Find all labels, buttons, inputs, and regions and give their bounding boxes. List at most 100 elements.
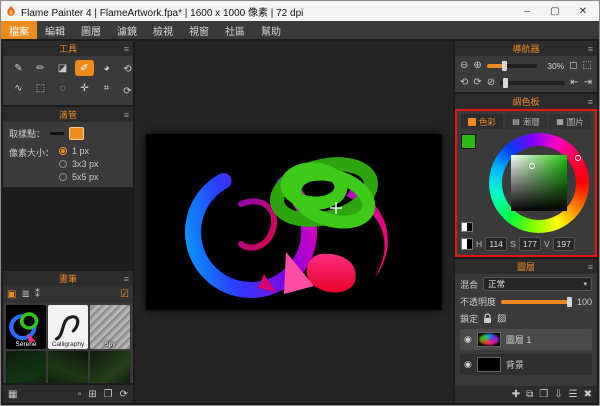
pixel-size-option-1[interactable]: 1 px [59,146,99,156]
layer-row-background[interactable]: ◉ 背景 [460,354,592,375]
fill-tool-icon[interactable]: ◕ [97,60,116,76]
tab-color[interactable]: 色彩 [461,114,503,129]
zoom-out-icon[interactable]: ⊖ [460,60,468,71]
duplicate-layer-icon[interactable]: ⧉ [526,389,533,400]
left-bottom-toolbar: ▦ ▫ ⊞ ❐ ⟳ [3,385,133,403]
brush-thumb[interactable] [48,351,88,383]
tools-menu-icon[interactable]: ≡ [124,44,129,54]
tab-gradient[interactable]: ▤ 漸層 [505,114,547,129]
new-brush-icon[interactable]: ▫ [78,389,82,400]
zoom-actual-icon[interactable]: ◻ [569,60,577,71]
close-button[interactable]: ✕ [571,2,595,20]
group-layer-icon[interactable]: ❐ [539,389,548,400]
marquee-select-icon[interactable]: ⬚ [31,80,50,96]
crop-tool-icon[interactable]: ⌗ [97,80,116,96]
lasso-select-icon[interactable]: ◌ [53,80,72,96]
zoom-slider[interactable] [487,64,537,68]
brush-thumb[interactable] [90,351,130,383]
color-wheel[interactable] [489,133,589,233]
brush-favorite-icon[interactable]: ☑ [120,289,129,300]
refresh-icon[interactable]: ⟳ [120,389,128,400]
menu-edit[interactable]: 編輯 [37,21,73,39]
rotate-right-icon[interactable]: ⟳ [473,77,481,88]
pixel-size-option-5x5[interactable]: 5x5 px [59,172,99,182]
brush-list-view-icon[interactable]: ≣ [21,289,29,300]
bw-default-swatch[interactable] [461,222,473,232]
opacity-slider[interactable] [501,300,572,304]
hue-selector-dot[interactable] [575,155,581,161]
brush-check-icon[interactable]: ▣ [7,289,16,300]
menu-window[interactable]: 視窗 [181,21,217,39]
minimize-button[interactable]: – [515,2,539,20]
delete-layer-icon[interactable]: ✖ [584,389,592,400]
palette-menu-icon[interactable]: ≡ [588,97,593,107]
zoom-in-icon[interactable]: ⊕ [473,60,481,71]
grid-view-icon[interactable]: ▦ [8,389,17,400]
layers-spacer [460,379,592,383]
menu-filter[interactable]: 濾鏡 [109,21,145,39]
pixel-size-option-label: 1 px [72,146,89,156]
menu-view[interactable]: 檢視 [145,21,181,39]
layers-menu-icon[interactable]: ≡ [588,262,593,272]
flip-horizontal-icon[interactable]: ⇤ [570,77,578,88]
sv-selector-dot[interactable] [529,163,535,169]
menu-layer[interactable]: 圖層 [73,21,109,39]
brushes-panel: 畫筆 ≡ ▣ ≣ ⁑ ☑ [3,271,133,383]
saturation-value-box[interactable] [511,155,567,211]
tools-panel: 工具 ≡ ✎ ✏ ◪ ✐ ◕ ∿ ⬚ [3,41,133,105]
brushes-toolbar: ▣ ≣ ⁑ ☑ [3,286,133,303]
marker-tool-icon[interactable]: ✐ [75,60,94,76]
current-color-swatch[interactable] [461,134,476,149]
merge-down-icon[interactable]: ⇩ [554,389,562,400]
artwork-canvas[interactable] [146,134,442,310]
lock-transparency-icon[interactable]: ▨ [497,313,506,324]
dropper-menu-icon[interactable]: ≡ [124,110,129,120]
move-tool-icon[interactable]: ✛ [75,80,94,96]
flip-vertical-icon[interactable]: ⇥ [584,77,592,88]
layer-menu-icon[interactable]: ☰ [569,389,578,400]
reset-rotation-icon[interactable]: ⊘ [487,77,495,88]
sample-color-swatch[interactable] [69,127,84,140]
menu-file[interactable]: 檔案 [1,21,37,39]
new-layer-icon[interactable]: ✚ [512,389,520,400]
navigator-menu-icon[interactable]: ≡ [588,44,593,54]
curve-tool-icon[interactable]: ∿ [9,80,28,96]
grayscale-icon[interactable] [461,238,473,250]
maximize-button[interactable]: ▢ [543,2,567,20]
visibility-eye-icon[interactable]: ◉ [464,334,472,345]
layer-row-1[interactable]: ◉ 圖層 1 [460,329,592,350]
visibility-eye-icon[interactable]: ◉ [464,359,472,370]
v-value-field[interactable]: 197 [553,237,575,251]
radio-icon[interactable] [59,147,67,155]
palette-highlight-box: 色彩 ▤ 漸層 ▦ 圖片 [455,109,597,257]
rotate-left-icon[interactable]: ⟲ [460,77,468,88]
add-icon[interactable]: ⊞ [88,389,96,400]
menu-help[interactable]: 幫助 [253,21,289,39]
lock-icon[interactable] [483,313,492,324]
canvas-area[interactable] [135,41,453,403]
brush-thumb[interactable] [6,351,46,383]
brush-thumb-serene[interactable]: Serene [6,305,46,349]
pixel-size-option-label: 5x5 px [72,172,99,182]
pixel-size-option-3x3[interactable]: 3x3 px [59,159,99,169]
brushes-menu-icon[interactable]: ≡ [124,274,129,284]
tab-image[interactable]: ▦ 圖片 [549,114,591,129]
blend-mode-dropdown[interactable]: 正常 ▾ [483,277,592,291]
h-value-field[interactable]: 114 [485,237,507,251]
zoom-fit-icon[interactable]: ⬚ [583,60,592,71]
layer-name: 圖層 1 [506,333,532,346]
brush-tool-icon[interactable]: ✎ [9,60,28,76]
eraser-tool-icon[interactable]: ◪ [53,60,72,76]
sample-line-swatch[interactable] [50,132,64,135]
radio-icon[interactable] [59,173,67,181]
rotation-slider[interactable] [500,81,565,85]
s-value-field[interactable]: 177 [519,237,541,251]
brush-thumb-calligraphy[interactable]: Calligraphy [48,305,88,349]
pencil-tool-icon[interactable]: ✏ [31,60,50,76]
folder-icon[interactable]: ❐ [104,389,113,400]
app-window: Flame Painter 4 | FlameArtwork.fpa* | 16… [0,0,600,406]
brush-sparkle-icon[interactable]: ⁑ [35,289,40,300]
radio-icon[interactable] [59,160,67,168]
brush-thumb-spy[interactable]: Spy [90,305,130,349]
menu-community[interactable]: 社區 [217,21,253,39]
